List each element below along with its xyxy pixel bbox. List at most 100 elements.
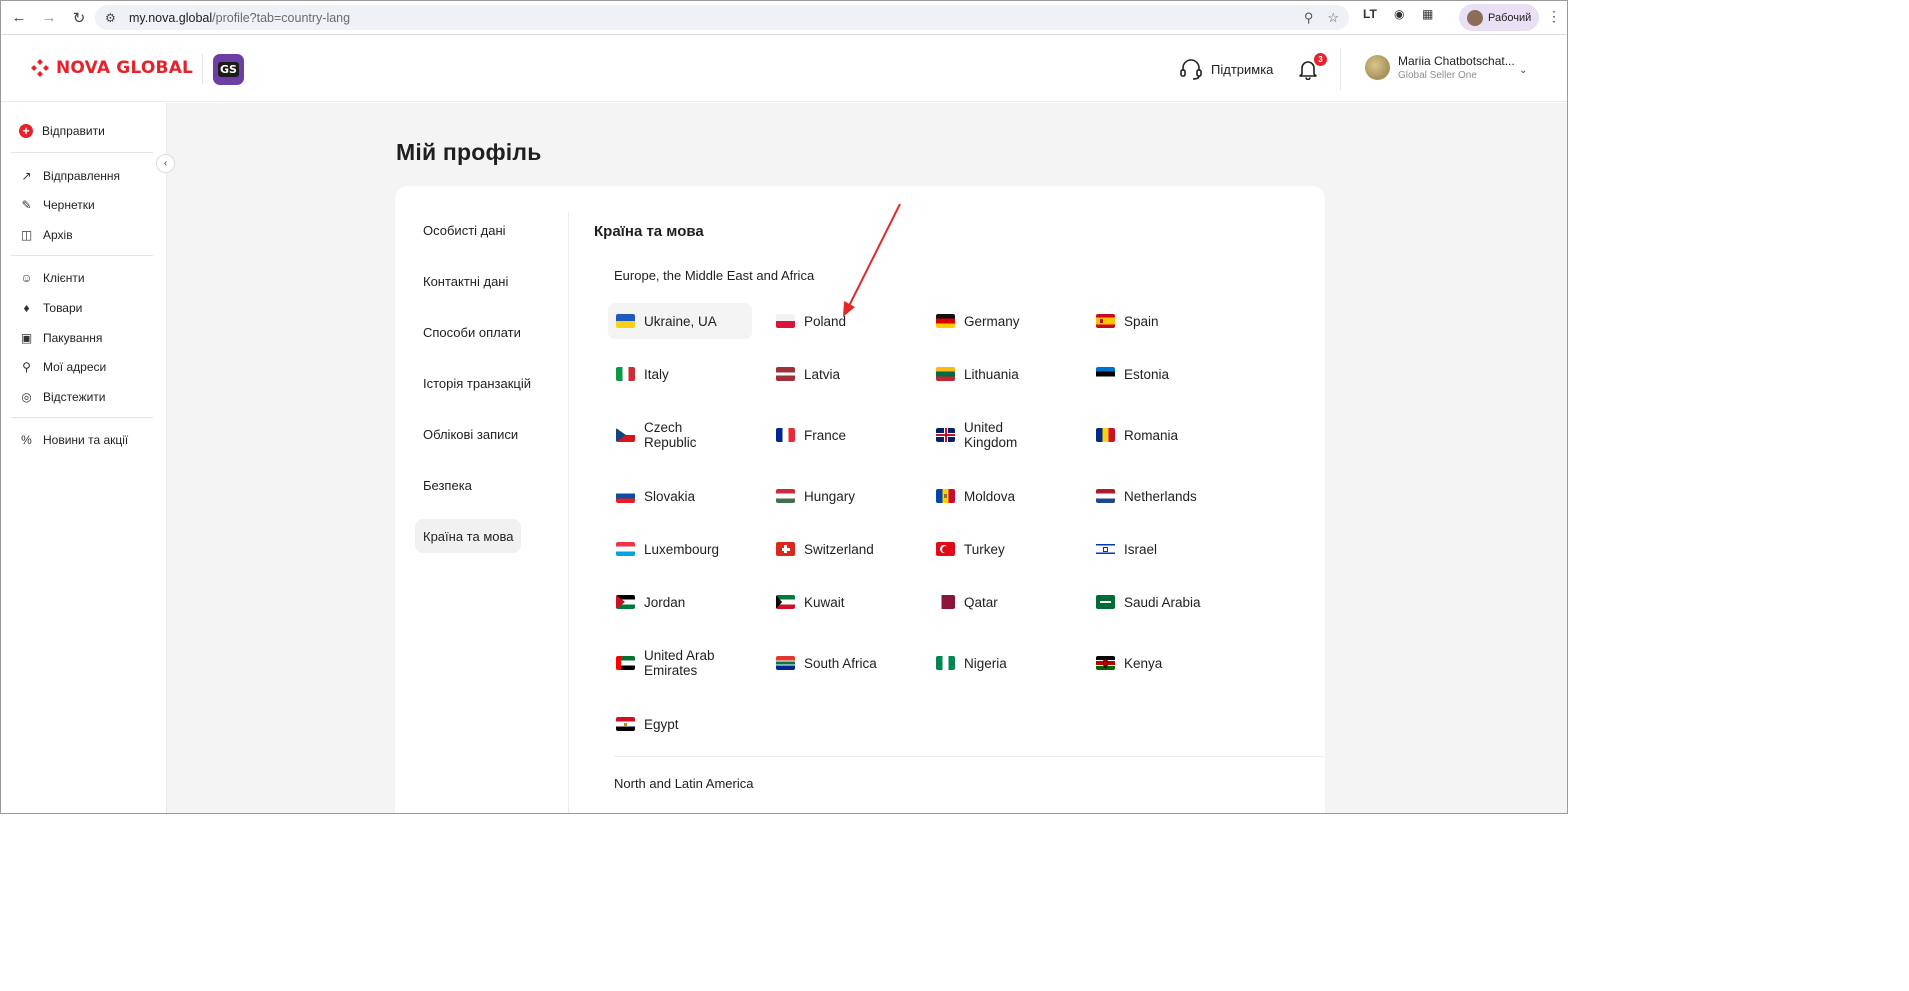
flag-icon (936, 542, 955, 556)
archive-icon: ◫ (20, 227, 33, 242)
country-name: Egypt (644, 716, 679, 732)
country-option[interactable]: Kenya (1088, 645, 1232, 681)
flag-icon (616, 314, 635, 328)
address-bar[interactable]: ⚙ my.nova.global/profile?tab=country-lan… (95, 5, 1349, 30)
collapse-sidebar-icon[interactable]: ‹ (156, 154, 175, 173)
country-option[interactable]: Spain (1088, 303, 1232, 339)
tab-accounts[interactable]: Облікові записи (415, 417, 526, 451)
country-name: South Africa (804, 655, 877, 671)
sidebar-item-drafts[interactable]: ✎ Чернетки (19, 197, 94, 212)
sidebar-item-label: Відправлення (43, 168, 121, 183)
sidebar-item-products[interactable]: ♦ Товари (19, 300, 82, 315)
country-grid: Ukraine, UA Poland Germany Spain Italy Latvia… (608, 302, 1294, 742)
country-option[interactable]: Luxembourg (608, 531, 752, 567)
country-name: Qatar (964, 594, 998, 610)
flag-icon (616, 489, 635, 503)
tab-payment-methods[interactable]: Способи оплати (415, 315, 529, 349)
country-name: Germany (964, 313, 1020, 329)
user-menu[interactable]: Mariia Chatbotschat... Global Seller One (1365, 54, 1515, 81)
sidebar-divider (11, 417, 153, 418)
country-option[interactable]: Switzerland (768, 531, 912, 567)
country-option[interactable]: Egypt (608, 706, 752, 742)
menu-kebab-icon[interactable]: ⋮ (1547, 8, 1561, 25)
profile-label: Рабочий (1488, 11, 1532, 24)
flag-icon (616, 656, 635, 670)
support-button[interactable]: Підтримка (1179, 58, 1273, 80)
flag-icon (936, 367, 955, 381)
sidebar-item-packaging[interactable]: ▣ Пакування (19, 330, 103, 345)
nova-global-logo[interactable]: NOVA GLOBAL (30, 58, 193, 78)
back-icon[interactable]: ← (5, 4, 33, 32)
flag-icon (1096, 489, 1115, 503)
tag-icon: ♦ (23, 300, 30, 315)
country-option[interactable]: Italy (608, 356, 752, 392)
tab-security[interactable]: Безпека (415, 468, 480, 502)
country-option[interactable]: United Kingdom (928, 417, 1072, 453)
flag-icon (776, 542, 795, 556)
tab-personal-data[interactable]: Особисті дані (415, 213, 514, 247)
country-option[interactable]: Israel (1088, 531, 1232, 567)
sidebar-item-addresses[interactable]: ⚲ Мої адреси (19, 359, 106, 374)
country-name: Netherlands (1124, 488, 1197, 504)
global-seller-badge[interactable]: GS (213, 54, 244, 85)
flag-icon (936, 656, 955, 670)
country-option[interactable]: United Arab Emirates (608, 645, 752, 681)
country-option[interactable]: France (768, 417, 912, 453)
country-option[interactable]: Nigeria (928, 645, 1072, 681)
camera-icon[interactable]: ◉ (1394, 7, 1404, 21)
sidebar-item-track[interactable]: ◎ Відстежити (19, 389, 105, 404)
section-title: Країна та мова (594, 223, 704, 240)
headset-icon (1180, 59, 1202, 80)
forward-icon[interactable]: → (35, 4, 63, 32)
country-option[interactable]: Romania (1088, 417, 1232, 453)
country-name: France (804, 427, 847, 443)
country-name: Switzerland (804, 541, 874, 557)
sidebar-item-shipments[interactable]: ↗ Відправлення (19, 168, 120, 183)
country-option[interactable]: Qatar (928, 584, 1072, 620)
country-option[interactable]: Moldova (928, 478, 1072, 514)
country-option[interactable]: Czech Republic (608, 417, 752, 453)
site-settings-icon[interactable]: ⚙ (105, 11, 123, 25)
country-name: Israel (1124, 541, 1158, 557)
country-name: Ukraine, UA (644, 313, 717, 329)
country-name: Luxembourg (644, 541, 720, 557)
country-option[interactable]: Hungary (768, 478, 912, 514)
support-label: Підтримка (1211, 61, 1274, 77)
sidebar-item-news[interactable]: % Новини та акції (19, 432, 128, 447)
chevron-down-icon[interactable]: ⌄ (1519, 65, 1527, 76)
tab-country-language[interactable]: Країна та мова (415, 519, 522, 553)
country-option[interactable]: Kuwait (768, 584, 912, 620)
country-name: Jordan (644, 594, 686, 610)
country-option[interactable]: Slovakia (608, 478, 752, 514)
country-option[interactable]: Ukraine, UA (608, 303, 752, 339)
country-option[interactable]: Saudi Arabia (1088, 584, 1232, 620)
star-icon[interactable]: ☆ (1327, 10, 1339, 26)
country-option[interactable]: Lithuania (928, 356, 1072, 392)
extension-icon[interactable]: LT (1363, 7, 1377, 21)
country-option[interactable]: Estonia (1088, 356, 1232, 392)
flag-icon (1096, 656, 1115, 670)
extensions-puzzle-icon[interactable]: ▦ (1422, 7, 1433, 21)
country-option[interactable]: Poland (768, 303, 912, 339)
tab-contact-data[interactable]: Контактні дані (415, 264, 516, 298)
app-header: NOVA GLOBAL GS Підтримка 3 Mariia Chatbo… (1, 36, 1567, 102)
sidebar-item-label: Мої адреси (43, 359, 107, 374)
url-text[interactable]: my.nova.global/profile?tab=country-lang (129, 11, 350, 25)
key-icon[interactable]: ⚲ (1304, 10, 1314, 26)
browser-profile-button[interactable]: Рабочий (1459, 4, 1539, 31)
sidebar-divider (11, 255, 153, 256)
country-option[interactable]: Latvia (768, 356, 912, 392)
country-option[interactable]: Netherlands (1088, 478, 1232, 514)
country-option[interactable]: Turkey (928, 531, 1072, 567)
country-name: Kenya (1124, 655, 1163, 671)
country-option[interactable]: South Africa (768, 645, 912, 681)
sidebar-item-archive[interactable]: ◫ Архів (19, 227, 73, 242)
flag-icon (1096, 367, 1115, 381)
send-button[interactable]: + Відправити (19, 124, 105, 138)
reload-icon[interactable]: ↻ (65, 4, 93, 32)
country-option[interactable]: Germany (928, 303, 1072, 339)
country-option[interactable]: Jordan (608, 584, 752, 620)
sidebar-item-clients[interactable]: ☺ Клієнти (19, 270, 84, 285)
tab-transaction-history[interactable]: Історія транзакцій (415, 366, 539, 400)
sidebar-item-label: Архів (43, 227, 73, 242)
